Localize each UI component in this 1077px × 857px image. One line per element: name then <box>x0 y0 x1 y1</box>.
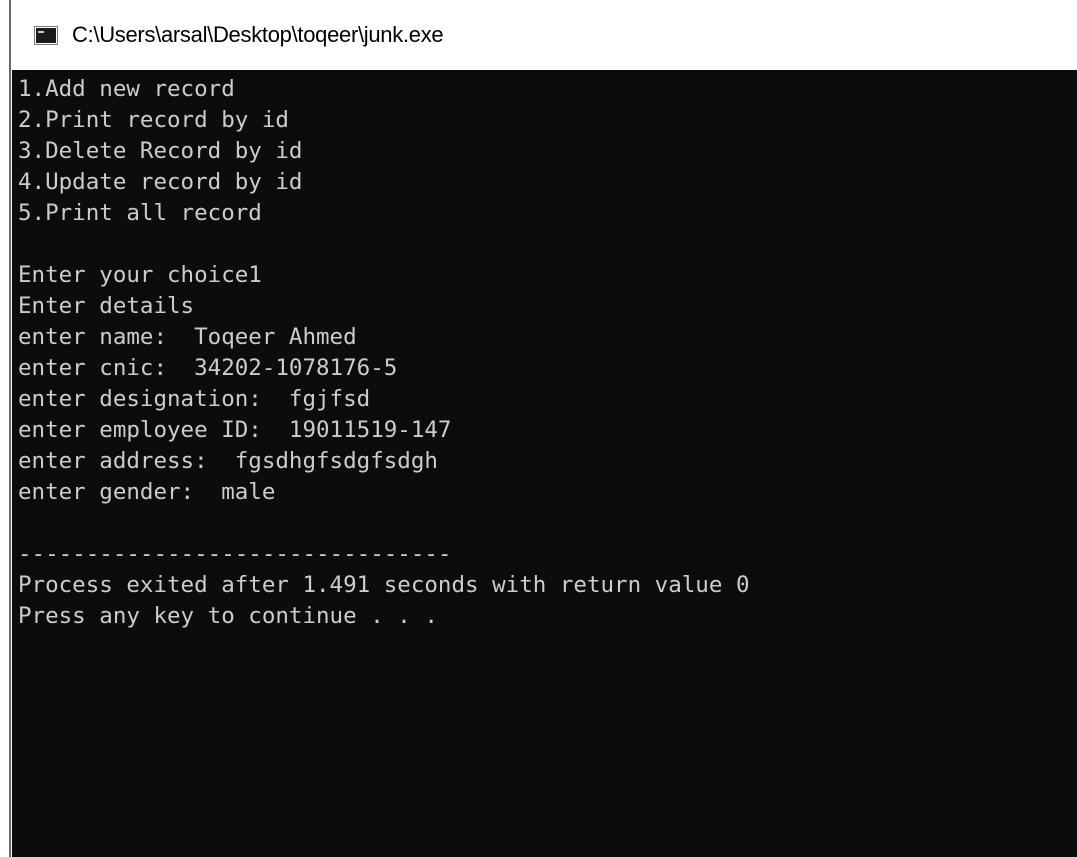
choice-prompt: Enter your choice1 <box>18 262 262 288</box>
process-exit-message: Process exited after 1.491 seconds with … <box>18 572 750 598</box>
title-bar[interactable]: C:\Users\arsal\Desktop\toqeer\junk.exe <box>12 0 1077 70</box>
window-title: C:\Users\arsal\Desktop\toqeer\junk.exe <box>72 22 444 47</box>
designation-entry: enter designation: fgjfsd <box>18 386 371 412</box>
menu-option-delete-by-id: 3.Delete Record by id <box>18 138 303 164</box>
employee-id-entry: enter employee ID: 19011519-147 <box>18 417 452 443</box>
menu-option-print-by-id: 2.Print record by id <box>18 107 289 133</box>
menu-option-update-by-id: 4.Update record by id <box>18 169 303 195</box>
menu-option-print-all: 5.Print all record <box>18 200 262 226</box>
window-left-edge <box>0 0 12 857</box>
gender-entry: enter gender: male <box>18 479 276 505</box>
details-prompt: Enter details <box>18 293 195 319</box>
address-entry: enter address: fgsdhgfsdgfsdgh <box>18 448 438 474</box>
cnic-entry: enter cnic: 34202-1078176-5 <box>18 355 398 381</box>
console-window: C:\Users\arsal\Desktop\toqeer\junk.exe 1… <box>0 0 1077 857</box>
console-app-icon[interactable] <box>34 25 58 45</box>
menu-option-add: 1.Add new record <box>18 76 235 102</box>
name-entry: enter name: Toqeer Ahmed <box>18 324 357 350</box>
console-output[interactable]: 1.Add new record 2.Print record by id 3.… <box>12 70 1077 857</box>
continue-prompt: Press any key to continue . . . <box>18 603 438 629</box>
separator-line: -------------------------------- <box>18 541 452 567</box>
